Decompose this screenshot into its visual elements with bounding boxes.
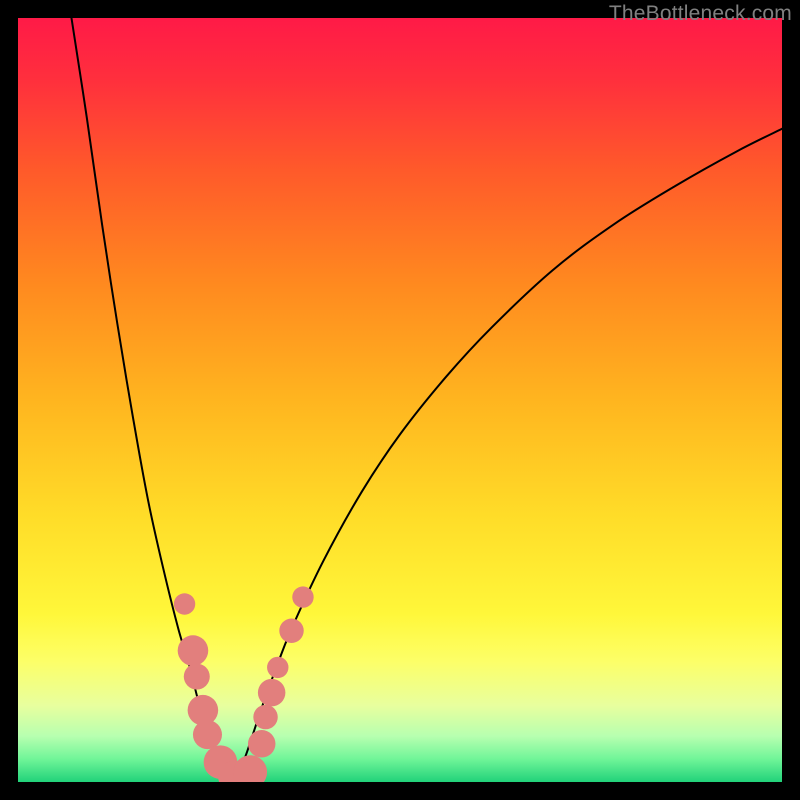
marker-dot [184,664,210,690]
marker-dot [258,679,286,707]
marker-dot [178,635,209,666]
marker-dot [292,586,313,607]
chart-frame: TheBottleneck.com [0,0,800,800]
marker-dot [267,657,288,678]
gradient-background [18,18,782,782]
marker-dot [193,720,222,749]
watermark-text: TheBottleneck.com [609,2,792,26]
marker-dot [248,730,276,758]
marker-dot [174,593,195,614]
chart-svg [18,18,782,782]
marker-dot [253,705,277,729]
chart-plot-area [18,18,782,782]
marker-dot [279,619,303,643]
